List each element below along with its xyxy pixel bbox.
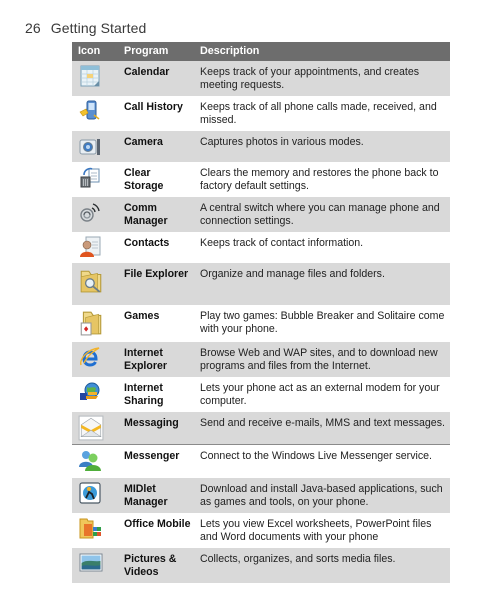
program-name: Office Mobile — [120, 513, 196, 548]
table-row: Office Mobile Lets you view Excel worksh… — [72, 513, 450, 548]
office-mobile-icon — [79, 518, 101, 539]
table-row: Contacts Keeps track of contact informat… — [72, 232, 450, 263]
table-row: Call History Keeps track of all phone ca… — [72, 96, 450, 131]
calendar-icon — [80, 65, 100, 87]
program-description: Play two games: Bubble Breaker and Solit… — [196, 305, 450, 342]
header-program: Program — [120, 42, 196, 61]
table-row: Messenger Connect to the Windows Live Me… — [72, 444, 450, 478]
program-name: Contacts — [120, 232, 196, 263]
table-row: Internet Explorer Browse Web and WAP sit… — [72, 342, 450, 377]
table-row: MIDlet Manager Download and install Java… — [72, 478, 450, 513]
program-description: Captures photos in various modes. — [196, 131, 450, 162]
internet-explorer-icon — [80, 347, 100, 367]
programs-table: Icon Program Description Calendar Keeps … — [72, 42, 450, 583]
program-description: Clears the memory and restores the phone… — [196, 162, 450, 197]
program-description: Lets you view Excel worksheets, PowerPoi… — [196, 513, 450, 548]
header-icon: Icon — [72, 42, 120, 61]
messenger-icon — [79, 450, 101, 471]
program-description: Connect to the Windows Live Messenger se… — [196, 444, 450, 478]
internet-sharing-icon — [80, 382, 100, 400]
program-name: Comm Manager — [120, 197, 196, 232]
clear-storage-icon — [80, 167, 100, 188]
program-description: Keeps track of contact information. — [196, 232, 450, 263]
program-description: Keeps track of your appointments, and cr… — [196, 61, 450, 96]
games-icon — [80, 311, 102, 336]
comm-manager-icon — [80, 203, 100, 222]
program-description: Browse Web and WAP sites, and to downloa… — [196, 342, 450, 377]
program-description: A central switch where you can manage ph… — [196, 197, 450, 232]
program-description: Organize and manage files and folders. — [196, 263, 450, 305]
program-name: Call History — [120, 96, 196, 131]
table-row: Pictures & Videos Collects, organizes, a… — [72, 548, 450, 583]
pictures-videos-icon — [79, 553, 103, 572]
table-row: Games Play two games: Bubble Breaker and… — [72, 305, 450, 342]
table-row: Comm Manager A central switch where you … — [72, 197, 450, 232]
program-name: Messenger — [120, 444, 196, 478]
page-header: 26 Getting Started — [25, 20, 146, 36]
program-name: File Explorer — [120, 263, 196, 305]
program-name: Internet Sharing — [120, 377, 196, 412]
file-explorer-icon — [80, 270, 102, 293]
table-row: Camera Captures photos in various modes. — [72, 131, 450, 162]
program-name: Games — [120, 305, 196, 342]
call-history-icon — [79, 100, 100, 120]
program-name: Clear Storage — [120, 162, 196, 197]
table-row: Clear Storage Clears the memory and rest… — [72, 162, 450, 197]
header-description: Description — [196, 42, 450, 61]
program-name: Messaging — [120, 412, 196, 445]
program-description: Send and receive e-mails, MMS and text m… — [196, 412, 450, 445]
section-title: Getting Started — [50, 20, 147, 36]
program-name: Calendar — [120, 61, 196, 96]
midlet-manager-icon — [79, 482, 101, 504]
table-row: Calendar Keeps track of your appointment… — [72, 61, 450, 96]
messaging-icon — [78, 415, 104, 441]
program-description: Lets your phone act as an external modem… — [196, 377, 450, 412]
program-description: Collects, organizes, and sorts media fil… — [196, 548, 450, 583]
program-name: Pictures & Videos — [120, 548, 196, 583]
program-description: Download and install Java-based applicat… — [196, 478, 450, 513]
table-row: Internet Sharing Lets your phone act as … — [72, 377, 450, 412]
program-description: Keeps track of all phone calls made, rec… — [196, 96, 450, 131]
program-name: Internet Explorer — [120, 342, 196, 377]
table-header-row: Icon Program Description — [72, 42, 450, 61]
program-name: Camera — [120, 131, 196, 162]
contacts-icon — [80, 236, 101, 257]
page-number: 26 — [25, 20, 41, 36]
table-row: Messaging Send and receive e-mails, MMS … — [72, 412, 450, 445]
table-row: File Explorer Organize and manage files … — [72, 263, 450, 305]
program-name: MIDlet Manager — [120, 478, 196, 513]
camera-icon — [79, 139, 100, 155]
